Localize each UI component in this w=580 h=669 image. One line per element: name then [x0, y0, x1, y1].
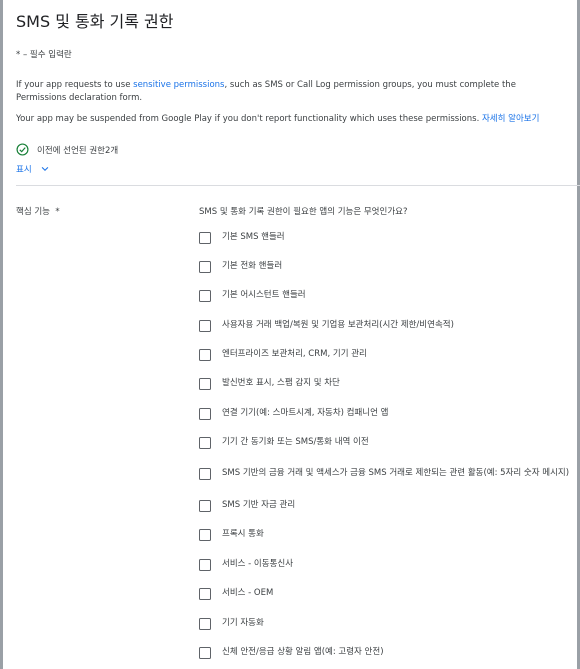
show-label: 표시 [16, 165, 32, 175]
option-companion-app[interactable]: 연결 기기(예: 스마트시계, 자동차) 컴패니언 앱 [199, 407, 579, 420]
checkbox[interactable] [199, 261, 211, 273]
checkbox[interactable] [199, 529, 211, 541]
suspension-warning: Your app may be suspended from Google Pl… [16, 114, 540, 124]
option-default-assistant-handler[interactable]: 기본 어시스턴트 핸들러 [199, 289, 579, 302]
checkbox[interactable] [199, 647, 211, 659]
option-default-phone-handler[interactable]: 기본 전화 핸들러 [199, 260, 579, 273]
option-device-automation[interactable]: 기기 자동화 [199, 617, 579, 630]
option-label: 기기 간 동기화 또는 SMS/통화 내역 이전 [222, 437, 369, 447]
checkbox[interactable] [199, 320, 211, 332]
option-enterprise-archive[interactable]: 엔터프라이즈 보관처리, CRM, 기기 관리 [199, 348, 579, 361]
show-declared-button[interactable]: 표시 [16, 163, 50, 175]
checkbox[interactable] [199, 232, 211, 244]
sensitive-permissions-link[interactable]: sensitive permissions [133, 80, 224, 90]
option-label: 기본 전화 핸들러 [222, 261, 283, 271]
option-label: 기본 어시스턴트 핸들러 [222, 290, 306, 300]
option-label: SMS 기반의 금융 거래 및 액세스가 금융 SMS 거래로 제한되는 관련 … [222, 468, 570, 478]
checkbox[interactable] [199, 437, 211, 449]
window-frame-left [0, 0, 3, 669]
option-sms-money-management[interactable]: SMS 기반 자금 관리 [199, 499, 579, 512]
core-feature-label: 핵심 기능 * [16, 207, 60, 217]
permissions-description: If your app requests to use sensitive pe… [16, 80, 516, 103]
learn-more-link[interactable]: 자세히 알아보기 [482, 114, 539, 124]
option-label: 기본 SMS 핸들러 [222, 232, 285, 242]
option-service-carrier[interactable]: 서비스 - 이동통신사 [199, 558, 579, 571]
declared-text: 이전에 선언된 권한 [37, 145, 105, 156]
option-backup-restore[interactable]: 사용자용 거래 백업/복원 및 기업용 보관처리(시간 제한/비연속적) [199, 319, 579, 332]
checkbox[interactable] [199, 588, 211, 600]
option-label: 엔터프라이즈 보관처리, CRM, 기기 관리 [222, 349, 367, 359]
checkbox[interactable] [199, 378, 211, 390]
section-divider [16, 185, 580, 186]
required-note: * – 필수 입력란 [16, 50, 72, 60]
option-label: 발신번호 표시, 스팸 감지 및 차단 [222, 378, 340, 388]
checkbox[interactable] [199, 500, 211, 512]
checkbox[interactable] [199, 468, 211, 480]
option-label: 서비스 - OEM [222, 588, 274, 598]
declared-count: 2개 [104, 145, 119, 156]
option-label: 신체 안전/응급 상황 알림 앱(예: 고령자 안전) [222, 647, 384, 657]
option-proxy-calls[interactable]: 프록시 통화 [199, 528, 579, 541]
checkbox[interactable] [199, 559, 211, 571]
option-label: 서비스 - 이동통신사 [222, 559, 294, 569]
option-service-oem[interactable]: 서비스 - OEM [199, 587, 579, 600]
checkbox[interactable] [199, 290, 211, 302]
option-cross-device-sync[interactable]: 기기 간 동기화 또는 SMS/통화 내역 이전 [199, 436, 579, 449]
option-label: 프록시 통화 [222, 529, 264, 539]
option-default-sms-handler[interactable]: 기본 SMS 핸들러 [199, 231, 579, 244]
declared-permissions-status: 이전에 선언된 권한 2개 [16, 143, 118, 156]
option-label: 기기 자동화 [222, 618, 264, 628]
chevron-down-icon [41, 166, 48, 172]
option-safety-emergency[interactable]: 신체 안전/응급 상황 알림 앱(예: 고령자 안전) [199, 646, 579, 659]
option-sms-financial[interactable]: SMS 기반의 금융 거래 및 액세스가 금융 SMS 거래로 제한되는 관련 … [199, 467, 579, 480]
option-caller-id-spam[interactable]: 발신번호 표시, 스팸 감지 및 차단 [199, 377, 579, 390]
option-label: SMS 기반 자금 관리 [222, 500, 296, 510]
page-title: SMS 및 통화 기록 권한 [16, 12, 174, 31]
checkbox[interactable] [199, 349, 211, 361]
check-circle-icon [16, 143, 29, 156]
feature-question: SMS 및 통화 기록 권한이 필요한 앱의 기능은 무엇인가요? [199, 207, 408, 217]
checkbox[interactable] [199, 408, 211, 420]
option-label: 사용자용 거래 백업/복원 및 기업용 보관처리(시간 제한/비연속적) [222, 320, 454, 330]
checkbox[interactable] [199, 618, 211, 630]
option-label: 연결 기기(예: 스마트시계, 자동차) 컴패니언 앱 [222, 408, 389, 418]
